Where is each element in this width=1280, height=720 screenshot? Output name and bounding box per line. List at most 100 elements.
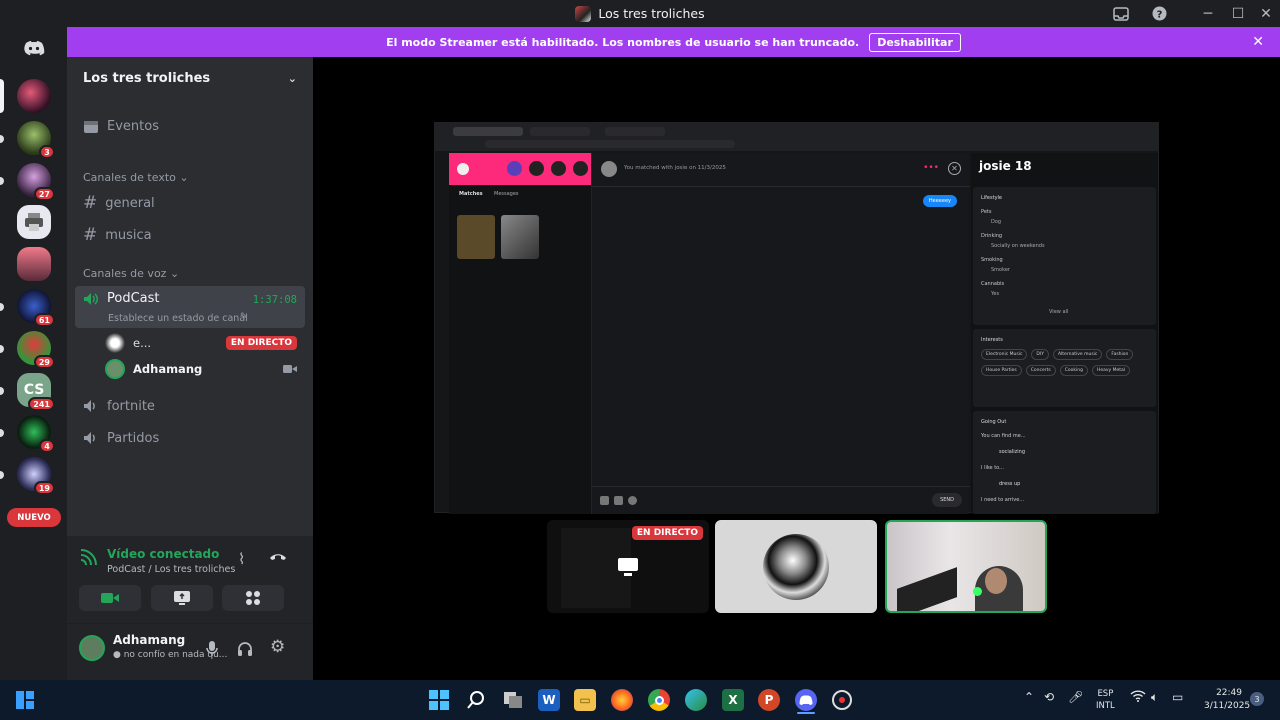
clock[interactable]: 22:49 3/11/2025 (1204, 687, 1250, 713)
channel-musica[interactable]: # musica (75, 220, 305, 250)
going-out-title: Going Out (981, 419, 1007, 425)
tile-screen-stream[interactable]: EN DIRECTO (547, 520, 709, 613)
lifestyle-value: Smoker (991, 267, 1010, 273)
channel-status[interactable]: Establece un estado de canal (108, 313, 248, 324)
view-all-link[interactable]: View all (1049, 309, 1068, 315)
server-icon-5[interactable] (17, 247, 51, 281)
maximize-icon[interactable]: ☐ (1228, 0, 1248, 27)
streamer-mode-banner: El modo Streamer está habilitado. Los no… (67, 27, 1280, 57)
chrome-icon[interactable] (648, 689, 670, 711)
inbox-icon[interactable] (1110, 0, 1132, 27)
voice-status[interactable]: Vídeo conectado (107, 547, 219, 561)
lifestyle-value: Socially on weekends (991, 243, 1045, 249)
start-icon[interactable] (428, 689, 450, 711)
pencil-icon[interactable]: ✎ (240, 312, 248, 322)
match-card[interactable] (457, 215, 495, 259)
excel-icon[interactable]: X (722, 689, 744, 711)
headphones-icon[interactable] (237, 641, 253, 656)
search-icon[interactable] (465, 689, 487, 711)
server-icon-10[interactable]: 19 (17, 457, 55, 495)
sync-icon[interactable]: ⟲ (1044, 690, 1054, 704)
server-rail: 3 27 61 29 CS 241 4 19 (0, 27, 66, 680)
disconnect-icon[interactable] (269, 551, 287, 563)
file-explorer-icon[interactable]: ▭ (574, 689, 596, 711)
microphone-icon[interactable] (206, 641, 218, 657)
help-icon[interactable]: ? (1150, 0, 1168, 27)
composer[interactable]: SEND (592, 486, 970, 514)
selected-server-pill (0, 79, 4, 113)
mention-badge: 29 (33, 355, 55, 369)
camera-button[interactable] (79, 585, 141, 611)
voice-location[interactable]: PodCast / Los tres troliches (107, 564, 235, 575)
discord-home-icon[interactable] (17, 31, 51, 65)
server-icon-printer[interactable] (17, 205, 51, 239)
server-icon-3[interactable]: 27 (17, 163, 55, 201)
discord-taskbar-icon[interactable] (795, 689, 817, 711)
noise-suppression-icon[interactable]: ⌇ (238, 550, 245, 568)
events-item[interactable]: Eventos (75, 111, 305, 141)
match-card[interactable] (501, 215, 539, 259)
send-button[interactable]: SEND (932, 493, 962, 507)
lifestyle-title: Lifestyle (981, 195, 1003, 201)
interest-tag: Concerts (1025, 365, 1056, 376)
activities-button[interactable] (222, 585, 284, 611)
settings-gear-icon[interactable]: ⚙ (270, 637, 285, 657)
widgets-icon[interactable] (14, 689, 36, 711)
voice-category[interactable]: Canales de voz ⌄ (83, 267, 179, 280)
mention-badge: 4 (39, 439, 55, 453)
close-icon[interactable]: ✕ (1252, 34, 1264, 50)
tab-matches[interactable]: Matches (459, 191, 483, 197)
recording-app-icon[interactable] (832, 690, 852, 710)
notification-badge[interactable]: 3 (1250, 692, 1264, 706)
disable-streamer-button[interactable]: Deshabilitar (869, 32, 961, 52)
channel-general[interactable]: # general (75, 188, 305, 218)
server-icon-7[interactable]: 29 (17, 331, 55, 369)
powerpoint-icon[interactable]: P (758, 689, 780, 711)
tab-messages[interactable]: Messages (494, 191, 519, 197)
interest-tag: House Parties (981, 365, 1022, 376)
close-window-icon[interactable]: ✕ (1256, 0, 1276, 27)
tile-user-avatar[interactable] (715, 520, 877, 613)
voice-user-adhamang[interactable]: Adhamang (105, 358, 297, 380)
new-unreads-badge[interactable]: NUEVO (7, 508, 61, 527)
voice-channel-fortnite[interactable]: fortnite (75, 391, 305, 421)
live-badge: EN DIRECTO (631, 526, 703, 540)
battery-icon[interactable]: ▭ (1172, 690, 1183, 704)
server-los-tres-troliches[interactable] (17, 79, 51, 113)
edge-icon[interactable] (685, 689, 707, 711)
unread-pill (0, 177, 4, 185)
server-icon-6[interactable]: 61 (17, 289, 55, 327)
input-language[interactable]: ESP INTL (1096, 688, 1115, 712)
volume-icon[interactable]: 🔈︎ (1151, 690, 1158, 705)
screen-share-stream[interactable]: Matches Messages You matched with josie … (434, 122, 1159, 514)
wifi-icon[interactable] (1130, 690, 1146, 705)
text-category[interactable]: Canales de texto ⌄ (83, 171, 189, 184)
firefox-icon[interactable] (611, 689, 633, 711)
interest-tag: Heavy Metal (1091, 365, 1131, 376)
channel-label: general (105, 195, 155, 211)
time: 22:49 (1216, 688, 1242, 698)
server-icon-2[interactable]: 3 (17, 121, 55, 159)
server-icon-9[interactable]: 4 (17, 415, 55, 453)
screen-share-button[interactable] (151, 585, 213, 611)
microphone-icon[interactable]: 🎤︎ (1068, 690, 1083, 704)
voice-channel-podcast[interactable]: PodCast 1:37:08 Establece un estado de c… (75, 286, 305, 328)
guild-icon (575, 5, 592, 22)
voice-channel-partidos[interactable]: Partidos (75, 423, 305, 453)
tile-user-camera[interactable] (885, 520, 1047, 613)
voice-user-streaming[interactable]: e... EN DIRECTO (105, 332, 297, 354)
task-view-icon[interactable] (502, 689, 524, 711)
guild-header[interactable]: Los tres troliches ⌄ (67, 57, 313, 99)
mention-badge: 61 (33, 313, 55, 327)
close-icon[interactable]: ✕ (948, 162, 961, 175)
username[interactable]: Adhamang (113, 633, 185, 647)
more-icon[interactable]: ••• (923, 163, 939, 173)
chevron-up-icon[interactable]: ⌃ (1024, 690, 1034, 704)
guild-name: Los tres troliches (83, 70, 211, 86)
signal-icon[interactable] (79, 549, 97, 567)
avatar[interactable] (79, 635, 105, 661)
minimize-icon[interactable]: ─ (1198, 0, 1218, 27)
word-icon[interactable]: W (538, 689, 560, 711)
server-icon-cs[interactable]: CS 241 (17, 373, 55, 411)
lang-primary: ESP (1097, 689, 1114, 699)
